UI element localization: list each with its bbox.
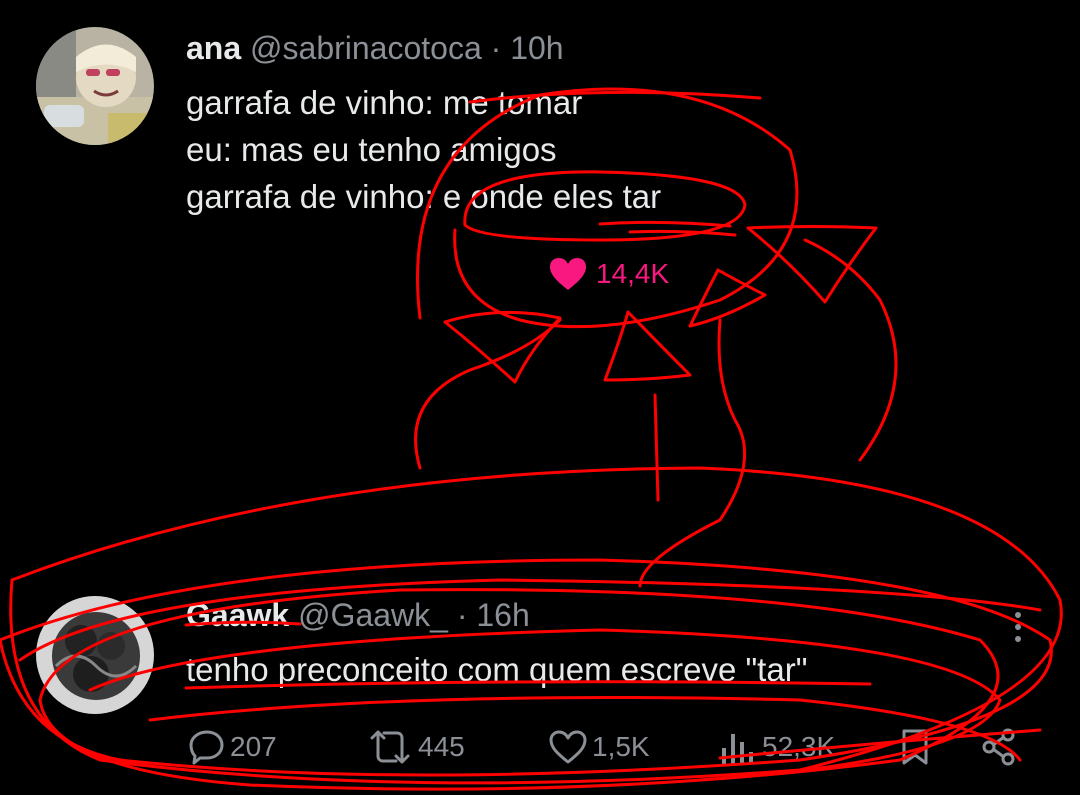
like-count: 14,4K bbox=[596, 258, 670, 289]
avatar-gaawk[interactable] bbox=[36, 596, 154, 714]
views-button[interactable]: 52,3K bbox=[718, 722, 835, 772]
repost-button[interactable]: 445 bbox=[366, 722, 465, 772]
like-button[interactable]: 1,5K bbox=[548, 722, 650, 772]
reply-tweet-text: tenho preconceito com quem escreve "tar" bbox=[186, 651, 808, 688]
reply-bubble-icon bbox=[189, 730, 224, 765]
reply-button[interactable]: 207 bbox=[188, 722, 277, 772]
heart-filled-icon bbox=[550, 258, 586, 290]
avatar-ana[interactable] bbox=[36, 27, 154, 145]
tweet-line-1: garrafa de vinho: me tomar bbox=[186, 84, 583, 121]
share-button[interactable] bbox=[980, 722, 1018, 772]
bookmark-button[interactable] bbox=[898, 722, 932, 772]
analytics-bars-icon bbox=[722, 734, 753, 764]
tweet-line-3: garrafa de vinho: e onde eles tar bbox=[186, 178, 662, 215]
like-count: 1,5K bbox=[592, 731, 650, 762]
quoted-tweet-text: garrafa de vinho: me tomar eu: mas eu te… bbox=[186, 79, 661, 220]
reply-tweet-header: Gaawk @Gaawk_ · 16h bbox=[186, 595, 530, 635]
bookmark-icon bbox=[902, 729, 928, 765]
tweet-time[interactable]: 16h bbox=[476, 597, 529, 633]
repost-icon bbox=[370, 730, 410, 764]
quoted-tweet-header: ana @sabrinacotoca · 10h bbox=[186, 28, 564, 68]
author-name[interactable]: Gaawk bbox=[186, 597, 289, 633]
heart-outline-icon bbox=[549, 730, 587, 764]
author-handle[interactable]: @sabrinacotoca bbox=[250, 30, 482, 66]
reply-count: 207 bbox=[230, 731, 277, 762]
tweet-line-2: eu: mas eu tenho amigos bbox=[186, 131, 557, 168]
tweet-actions-bar: 207 445 1,5K 52,3K bbox=[186, 722, 1080, 772]
tweet-time[interactable]: 10h bbox=[510, 30, 563, 66]
quoted-like-count[interactable]: 14,4K bbox=[548, 256, 669, 292]
author-name[interactable]: ana bbox=[186, 30, 241, 66]
author-handle[interactable]: @Gaawk_ bbox=[298, 597, 448, 633]
share-icon bbox=[982, 728, 1015, 766]
separator-dot: · bbox=[490, 30, 502, 66]
view-count: 52,3K bbox=[762, 731, 836, 762]
more-vertical-icon[interactable] bbox=[1006, 610, 1030, 644]
separator-dot: · bbox=[456, 597, 468, 633]
repost-count: 445 bbox=[418, 731, 465, 762]
